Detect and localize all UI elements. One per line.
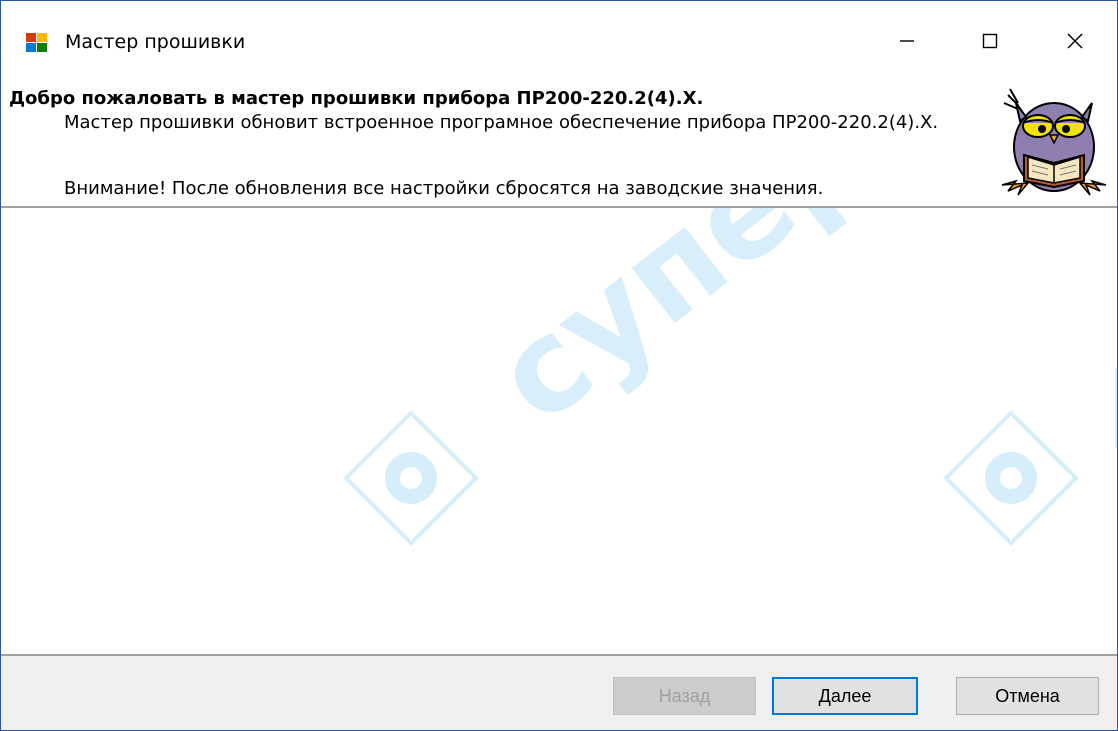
header-title: Добро пожаловать в мастер прошивки прибо… [9,88,704,109]
wizard-window: Мастер прошивки Добро пожаловать в масте… [0,0,1118,731]
title-bar[interactable]: Мастер прошивки [1,1,1117,77]
maximize-button[interactable] [959,11,1021,71]
cancel-button[interactable]: Отмена [956,677,1099,715]
owl-reading-book-icon [1001,88,1107,196]
close-icon [1067,33,1083,49]
wizard-footer: Назад Далее Отмена [1,654,1117,730]
maximize-icon [982,33,998,49]
wizard-content: супероис [1,208,1117,654]
header-description: Мастер прошивки обновит встроенное прогр… [64,112,939,133]
next-button[interactable]: Далее [772,677,918,715]
wizard-header: Добро пожаловать в мастер прошивки прибо… [1,77,1117,207]
app-icon [26,33,47,52]
minimize-button[interactable] [876,11,938,71]
back-button[interactable]: Назад [613,677,756,715]
watermark-text: супероис [468,208,1095,452]
window-title: Мастер прошивки [65,31,246,53]
minimize-icon [900,40,914,42]
watermark: супероис [343,208,1117,546]
header-warning: Внимание! После обновления все настройки… [64,178,824,199]
close-button[interactable] [1044,11,1106,71]
